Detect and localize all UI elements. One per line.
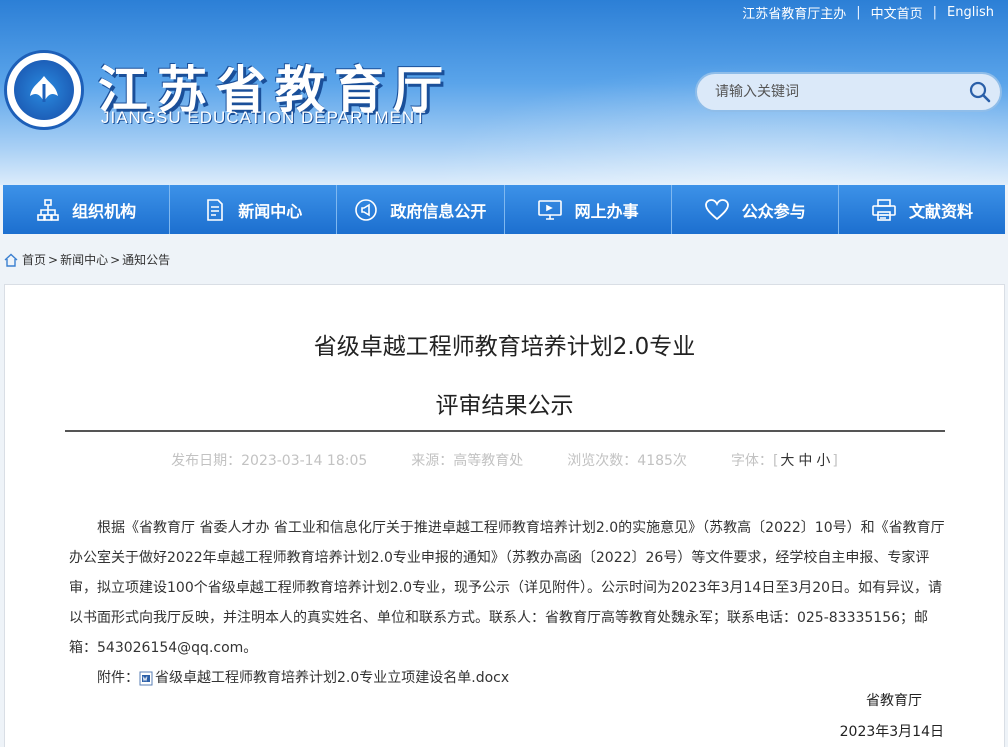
nav-item-organization[interactable]: 组织机构 (3, 185, 171, 234)
publish-date-value: 2023-03-14 18:05 (241, 453, 368, 469)
source-value: 高等教育处 (453, 453, 524, 469)
breadcrumb-home[interactable]: 首页 (22, 251, 46, 268)
title-divider (65, 430, 945, 432)
heart-icon (704, 198, 730, 222)
top-links: 江苏省教育厅主办 | 中文首页 | English (742, 3, 994, 22)
english-link[interactable]: English (947, 5, 994, 20)
attachment-row: 附件： 省级卓越工程师教育培养计划2.0专业立项建设名单.docx (69, 663, 947, 693)
font-size-medium[interactable]: 中 (798, 453, 812, 469)
nav-label: 公众参与 (741, 201, 806, 221)
site-header: 江苏省教育厅主办 | 中文首页 | English 江苏省教育厅 JIANGSU… (0, 0, 1008, 185)
font-size-small[interactable]: 小 (816, 453, 830, 469)
signature: 省教育厅 (866, 693, 922, 709)
chinese-home-link[interactable]: 中文首页 (871, 3, 923, 22)
search-box (695, 72, 1002, 112)
breadcrumb-separator: > (110, 252, 121, 267)
main-nav: 组织机构 新闻中心 政府信息公开 网上办事 公众参与 文献资料 (3, 185, 1006, 234)
news-document-icon (204, 198, 226, 222)
nav-label: 文献资料 (908, 201, 973, 221)
view-count: 浏览次数：4185次 (567, 450, 687, 470)
nav-item-gov-info[interactable]: 政府信息公开 (337, 185, 505, 234)
article-content: 根据《省教育厅 省委人才办 省工业和信息化厅关于推进卓越工程师教育培养计划2.0… (69, 513, 947, 693)
source-label: 来源： (411, 453, 454, 469)
breadcrumb-separator: > (48, 252, 59, 267)
breadcrumb-news[interactable]: 新闻中心 (60, 251, 108, 268)
monitor-icon (537, 198, 563, 222)
signature-date: 2023年3月14日 (839, 724, 944, 740)
nav-item-news[interactable]: 新闻中心 (170, 185, 338, 234)
source: 来源：高等教育处 (411, 450, 523, 470)
article-title-line1: 省级卓越工程师教育培养计划2.0专业 (313, 334, 696, 360)
view-count-label: 浏览次数： (567, 453, 638, 469)
publish-date: 发布日期：2023-03-14 18:05 (171, 450, 367, 470)
font-size-label: 字体： (730, 453, 773, 469)
search-input[interactable] (697, 84, 960, 100)
nav-item-documents[interactable]: 文献资料 (838, 185, 1006, 234)
font-size-large[interactable]: 大 (780, 453, 794, 469)
breadcrumb: 首页 > 新闻中心 > 通知公告 (4, 251, 170, 268)
printer-icon (871, 198, 897, 222)
attachment-link[interactable]: 省级卓越工程师教育培养计划2.0专业立项建设名单.docx (155, 663, 509, 693)
site-logo-subtitle: JIANGSU EDUCATION DEPARTMENT (101, 108, 427, 127)
nav-label: 新闻中心 (238, 201, 303, 221)
view-count-value: 4185次 (637, 453, 687, 469)
sponsor-link[interactable]: 江苏省教育厅主办 (742, 3, 846, 22)
logo-emblem[interactable] (4, 50, 84, 130)
emblem-icon (14, 60, 74, 120)
home-icon (4, 253, 18, 267)
divider: | (932, 5, 938, 20)
org-chart-icon (36, 198, 60, 222)
article-body: 根据《省教育厅 省委人才办 省工业和信息化厅关于推进卓越工程师教育培养计划2.0… (69, 520, 945, 656)
nav-label: 网上办事 (574, 201, 639, 221)
article-title-line2: 评审结果公示 (435, 393, 574, 419)
article-panel: 省级卓越工程师教育培养计划2.0专业 评审结果公示 发布日期：2023-03-1… (4, 284, 1005, 747)
attachment-label: 附件： (97, 670, 139, 686)
nav-item-public-participation[interactable]: 公众参与 (671, 185, 839, 234)
announcement-icon (354, 198, 378, 222)
font-size-switcher: 字体：[大中小] (730, 453, 838, 469)
search-button[interactable] (960, 74, 1000, 110)
publish-date-label: 发布日期： (171, 453, 242, 469)
word-document-icon (139, 671, 153, 686)
nav-label: 政府信息公开 (390, 201, 487, 221)
nav-item-online-service[interactable]: 网上办事 (504, 185, 672, 234)
divider: | (856, 5, 861, 20)
article-meta: 发布日期：2023-03-14 18:05 来源：高等教育处 浏览次数：4185… (5, 450, 1004, 470)
search-icon (969, 81, 991, 103)
nav-label: 组织机构 (72, 201, 137, 221)
breadcrumb-notices[interactable]: 通知公告 (122, 251, 170, 268)
